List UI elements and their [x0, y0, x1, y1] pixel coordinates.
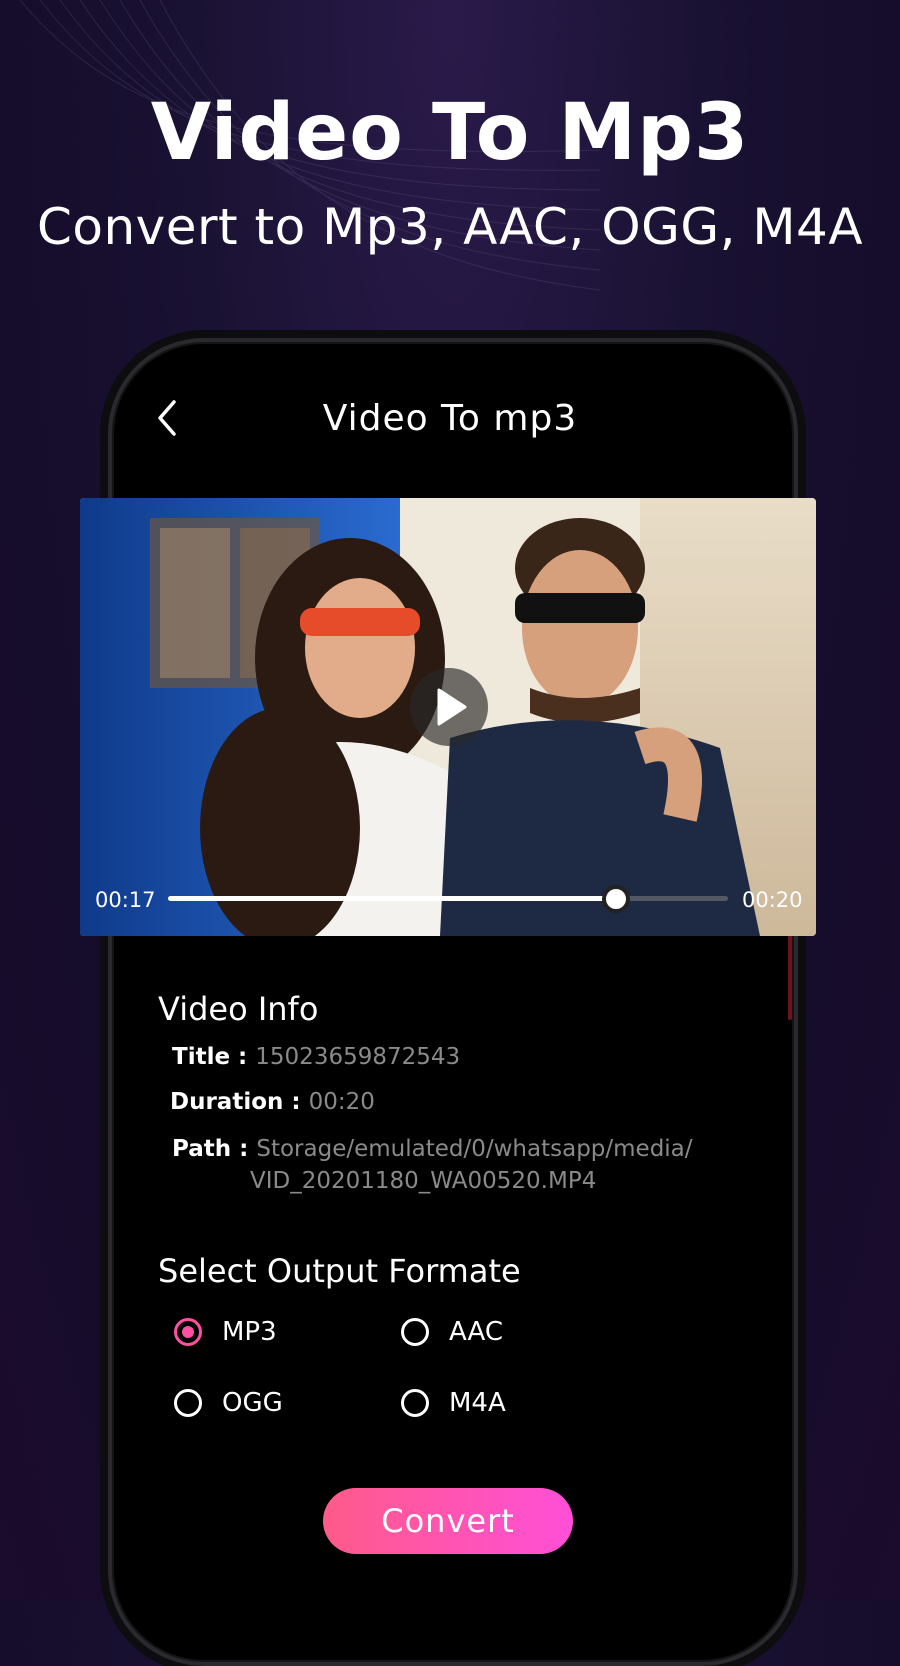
output-format-heading: Select Output Formate [158, 1252, 521, 1290]
radio-selected-icon[interactable] [174, 1318, 202, 1346]
phone-side-button [788, 930, 792, 1020]
convert-button[interactable]: Convert [323, 1488, 573, 1554]
info-duration-label: Duration : [170, 1089, 301, 1115]
info-duration-row: Duration : 00:20 [170, 1089, 375, 1115]
info-duration-value: 00:20 [308, 1089, 375, 1115]
format-option-label: MP3 [222, 1317, 277, 1347]
seek-bar[interactable] [168, 885, 728, 913]
info-path-value-line1: Storage/emulated/0/whatsapp/media/ [256, 1136, 693, 1162]
play-icon [437, 688, 467, 726]
info-path-value-line2: VID_20201180_WA00520.MP4 [250, 1168, 597, 1194]
screen-title: Video To mp3 [322, 398, 578, 439]
format-option-label: AAC [449, 1317, 503, 1347]
info-path-label: Path : [172, 1136, 249, 1162]
format-option-ogg[interactable]: OGG [174, 1388, 283, 1418]
video-player[interactable] [80, 498, 816, 936]
seek-bar-thumb[interactable] [602, 885, 630, 913]
info-title-row: Title : 15023659872543 [172, 1044, 460, 1070]
info-path-row: Path : Storage/emulated/0/whatsapp/media… [172, 1136, 693, 1162]
radio-unselected-icon[interactable] [401, 1389, 429, 1417]
video-info-heading: Video Info [158, 990, 319, 1028]
format-option-mp3[interactable]: MP3 [174, 1317, 277, 1347]
promo-subline: Convert to Mp3, AAC, OGG, M4A [36, 198, 864, 256]
format-option-aac[interactable]: AAC [401, 1317, 503, 1347]
format-option-label: OGG [222, 1388, 283, 1418]
chevron-left-icon[interactable] [150, 398, 190, 438]
info-title-label: Title : [172, 1044, 248, 1070]
info-title-value: 15023659872543 [255, 1044, 461, 1070]
radio-unselected-icon[interactable] [401, 1318, 429, 1346]
seek-bar-progress [168, 896, 616, 901]
format-option-label: M4A [449, 1388, 506, 1418]
format-option-m4a[interactable]: M4A [401, 1388, 506, 1418]
total-time: 00:20 [742, 888, 803, 912]
promo-headline: Video To Mp3 [150, 88, 750, 178]
radio-unselected-icon[interactable] [174, 1389, 202, 1417]
play-button[interactable] [410, 668, 488, 746]
current-time: 00:17 [95, 888, 156, 912]
